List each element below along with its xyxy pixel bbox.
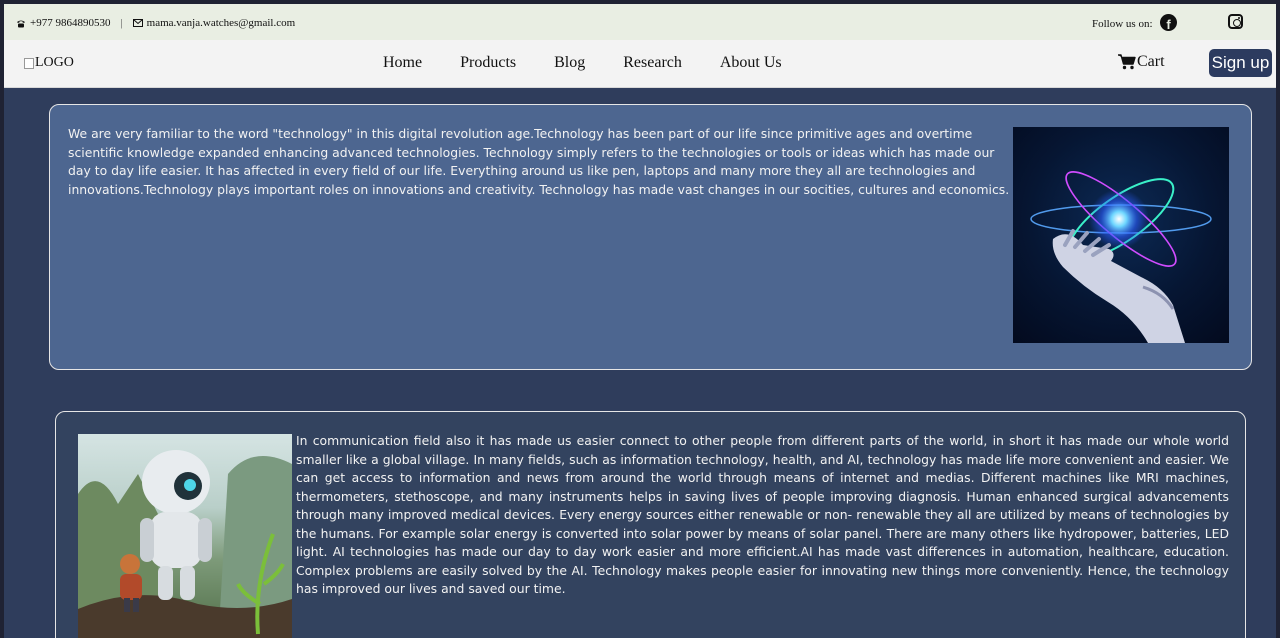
logo[interactable]: LOGO [24,55,74,71]
contact-separator: | [120,17,123,29]
nav-blog[interactable]: Blog [554,54,585,72]
mail-icon [132,19,143,27]
cart-label: Cart [1137,53,1165,70]
page: +977 9864890530 | mama.vanja.watches@gma… [4,4,1276,638]
cart-button[interactable]: Cart [1118,53,1165,71]
robot-hand-atom-image [1013,127,1229,343]
nav-products[interactable]: Products [460,54,516,72]
cart-icon [1118,54,1136,70]
nav-links: Home Products Blog Research About Us [383,54,820,72]
email-address: mama.vanja.watches@gmail.com [146,17,296,29]
nav-research[interactable]: Research [623,54,682,72]
phone-number: +977 9864890530 [30,17,111,29]
nav-home[interactable]: Home [383,54,422,72]
follow-us-label: Follow us on: [1092,18,1153,30]
technology-intro-card: We are very familiar to the word "techno… [49,104,1252,370]
phone-icon [17,20,25,27]
signup-button[interactable]: Sign up [1209,49,1272,77]
technology-impact-card: In communication field also it has made … [55,411,1246,638]
contact-info: +977 9864890530 | mama.vanja.watches@gma… [16,17,295,29]
facebook-icon[interactable]: f [1160,14,1177,31]
logo-alt-text: LOGO [35,55,74,70]
intro-paragraph: We are very familiar to the word "techno… [68,126,1010,197]
robot-and-child-image [78,434,292,638]
broken-image-icon [24,57,34,69]
main-navbar: LOGO Home Products Blog Research About U… [4,40,1276,88]
impact-paragraph: In communication field also it has made … [296,433,1229,596]
instagram-icon[interactable] [1228,14,1243,29]
top-contact-bar: +977 9864890530 | mama.vanja.watches@gma… [4,4,1276,40]
nav-about-us[interactable]: About Us [720,54,782,72]
